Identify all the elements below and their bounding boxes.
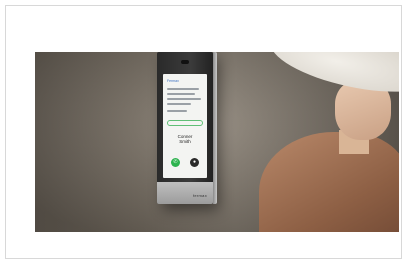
- caller-last-name: Smith: [179, 139, 191, 144]
- accept-call-button[interactable]: ✆: [171, 158, 180, 167]
- screen-text-line: [167, 103, 191, 105]
- camera-lens-icon: [181, 60, 189, 64]
- door-icon: ●: [192, 159, 197, 165]
- screen-text-line: [167, 98, 201, 100]
- caller-name: Conner Smith: [163, 134, 207, 144]
- panel-side-edge: [213, 52, 217, 204]
- product-photo: Fermax Conner Smith ✆ ● fermax: [35, 52, 399, 232]
- screen-text-line: [167, 110, 187, 112]
- phone-icon: ✆: [173, 159, 178, 165]
- image-frame: Fermax Conner Smith ✆ ● fermax: [5, 5, 402, 259]
- intercom-panel: Fermax Conner Smith ✆ ● fermax: [157, 52, 217, 204]
- decline-call-button[interactable]: ●: [190, 158, 199, 167]
- screen-text-line: [167, 88, 199, 90]
- screen-app-label: Fermax: [167, 79, 179, 83]
- panel-base: fermax: [157, 182, 213, 204]
- intercom-screen: Fermax Conner Smith ✆ ●: [163, 74, 207, 178]
- status-pill: [167, 120, 203, 126]
- device-brand-label: fermax: [192, 193, 207, 198]
- screen-text-line: [167, 93, 195, 95]
